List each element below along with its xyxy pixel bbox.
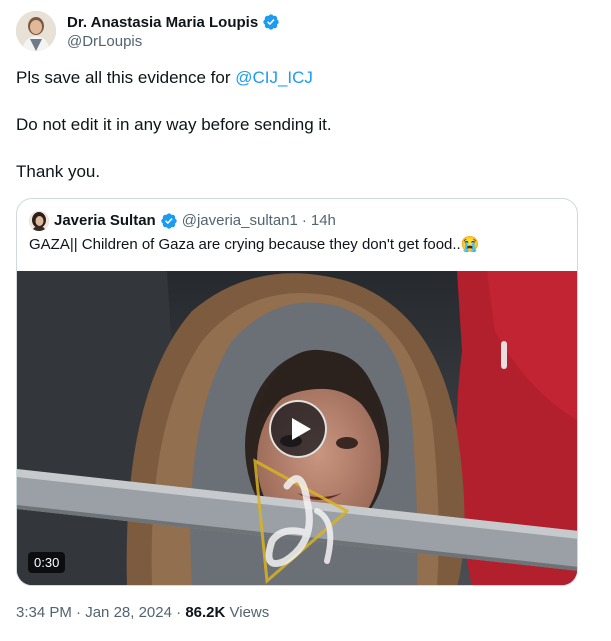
views-label: Views: [229, 604, 270, 621]
play-button[interactable]: [269, 400, 327, 458]
quoted-text: GAZA|| Children of Gaza are crying becau…: [29, 236, 480, 253]
quoted-tweet-card[interactable]: Javeria Sultan @javeria_sultan1 · 14h GA…: [16, 198, 578, 586]
tweet-time[interactable]: 3:34 PM: [16, 604, 72, 621]
tweet-line-3: Thank you.: [16, 162, 101, 181]
verified-badge-icon: [161, 213, 177, 229]
quoted-avatar-image: [29, 211, 49, 231]
author-avatar-image: [16, 11, 56, 51]
quoted-header: Javeria Sultan @javeria_sultan1 · 14h: [54, 211, 336, 231]
verified-badge-icon: [263, 14, 279, 30]
author-name-row[interactable]: Dr. Anastasia Maria Loupis: [67, 13, 280, 31]
tweet-line-2: Do not edit it in any way before sending…: [16, 115, 332, 134]
separator-dot: ·: [176, 604, 182, 621]
play-icon: [292, 418, 311, 440]
mention-link[interactable]: @CIJ_ICJ: [235, 68, 313, 87]
tweet-line-1-text: Pls save all this evidence for: [16, 68, 236, 87]
separator-dot: ·: [76, 604, 82, 621]
author-avatar[interactable]: [16, 11, 56, 51]
tweet-date[interactable]: Jan 28, 2024: [85, 604, 172, 621]
quoted-video[interactable]: 0:30: [17, 271, 577, 585]
quoted-timestamp[interactable]: 14h: [311, 211, 336, 231]
author-name[interactable]: Dr. Anastasia Maria Loupis: [67, 14, 258, 31]
views-count: 86.2K: [185, 604, 226, 621]
separator-dot: ·: [301, 212, 307, 229]
video-duration-badge: 0:30: [28, 552, 66, 573]
quoted-handle[interactable]: @javeria_sultan1: [182, 211, 298, 231]
tweet-body: Pls save all this evidence for @CIJ_ICJ …: [16, 67, 586, 183]
tweet-meta: 3:34 PM · Jan 28, 2024 · 86.2K Views: [16, 604, 269, 621]
tweet-line-1: Pls save all this evidence for @CIJ_ICJ: [16, 67, 586, 89]
quoted-name[interactable]: Javeria Sultan: [54, 211, 156, 231]
quoted-avatar[interactable]: [29, 211, 49, 231]
author-handle[interactable]: @DrLoupis: [67, 33, 142, 50]
